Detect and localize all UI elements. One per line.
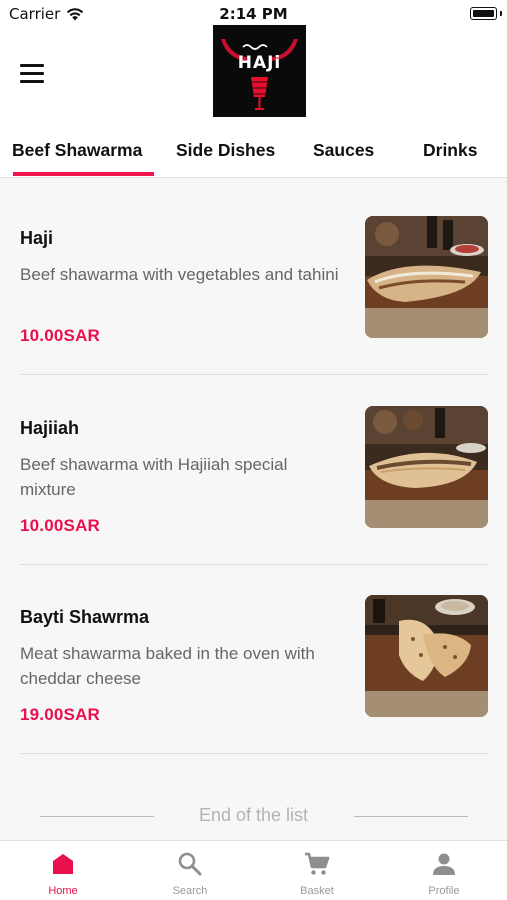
status-bar: Carrier 2:14 PM [0,0,507,28]
tab-side-dishes[interactable]: Side Dishes [176,140,275,161]
tab-sauces[interactable]: Sauces [313,140,374,161]
battery-icon [470,7,497,20]
end-line-right [354,816,468,817]
item-description: Meat shawarma baked in the oven with che… [20,644,315,688]
logo-text: HAJi [237,53,282,73]
nav-profile[interactable]: Profile [381,841,507,900]
nav-label: Profile [428,885,460,897]
nav-label: Home [48,885,78,897]
nav-label: Basket [300,885,334,897]
person-icon [433,853,455,875]
item-price: 19.00SAR [20,705,101,724]
tab-beef-shawarma[interactable]: Beef Shawarma [12,140,142,161]
status-time: 2:14 PM [219,5,288,23]
brand-logo: HAJi [213,25,306,117]
item-divider [20,374,488,375]
item-price: 10.00SAR [20,516,101,535]
battery-tip [500,11,502,16]
search-icon [178,852,202,876]
item-divider [20,753,488,754]
nav-search[interactable]: Search [127,841,253,900]
item-description: Beef shawarma with Hajiiah special mixtu… [20,455,288,499]
item-name: Bayti Shawrma [20,607,150,627]
tab-drinks[interactable]: Drinks [423,140,477,161]
header: HAJi Beef Shawarma Side Dishes Sauces Dr… [0,25,507,178]
item-photo [365,216,488,338]
header-divider [0,177,507,178]
nav-home[interactable]: Home [0,841,126,900]
item-name: Hajiiah [20,418,80,438]
item-photo [365,406,488,528]
item-photo [365,595,488,717]
bottom-navigation: Home Search Basket Profile [0,840,507,900]
nav-basket[interactable]: Basket [254,841,380,900]
nav-label: Search [172,885,208,897]
item-name: Haji [20,228,54,248]
item-price: 10.00SAR [20,326,101,345]
end-of-list: End of the list [0,805,507,827]
item-description: Beef shawarma with vegetables and tahini [20,265,339,284]
home-icon [53,854,73,874]
cart-icon [305,852,330,875]
category-tabs: Beef Shawarma Side Dishes Sauces Drinks [0,130,507,178]
item-divider [20,564,488,565]
active-tab-indicator [13,172,154,176]
hamburger-menu-icon[interactable] [20,58,50,88]
